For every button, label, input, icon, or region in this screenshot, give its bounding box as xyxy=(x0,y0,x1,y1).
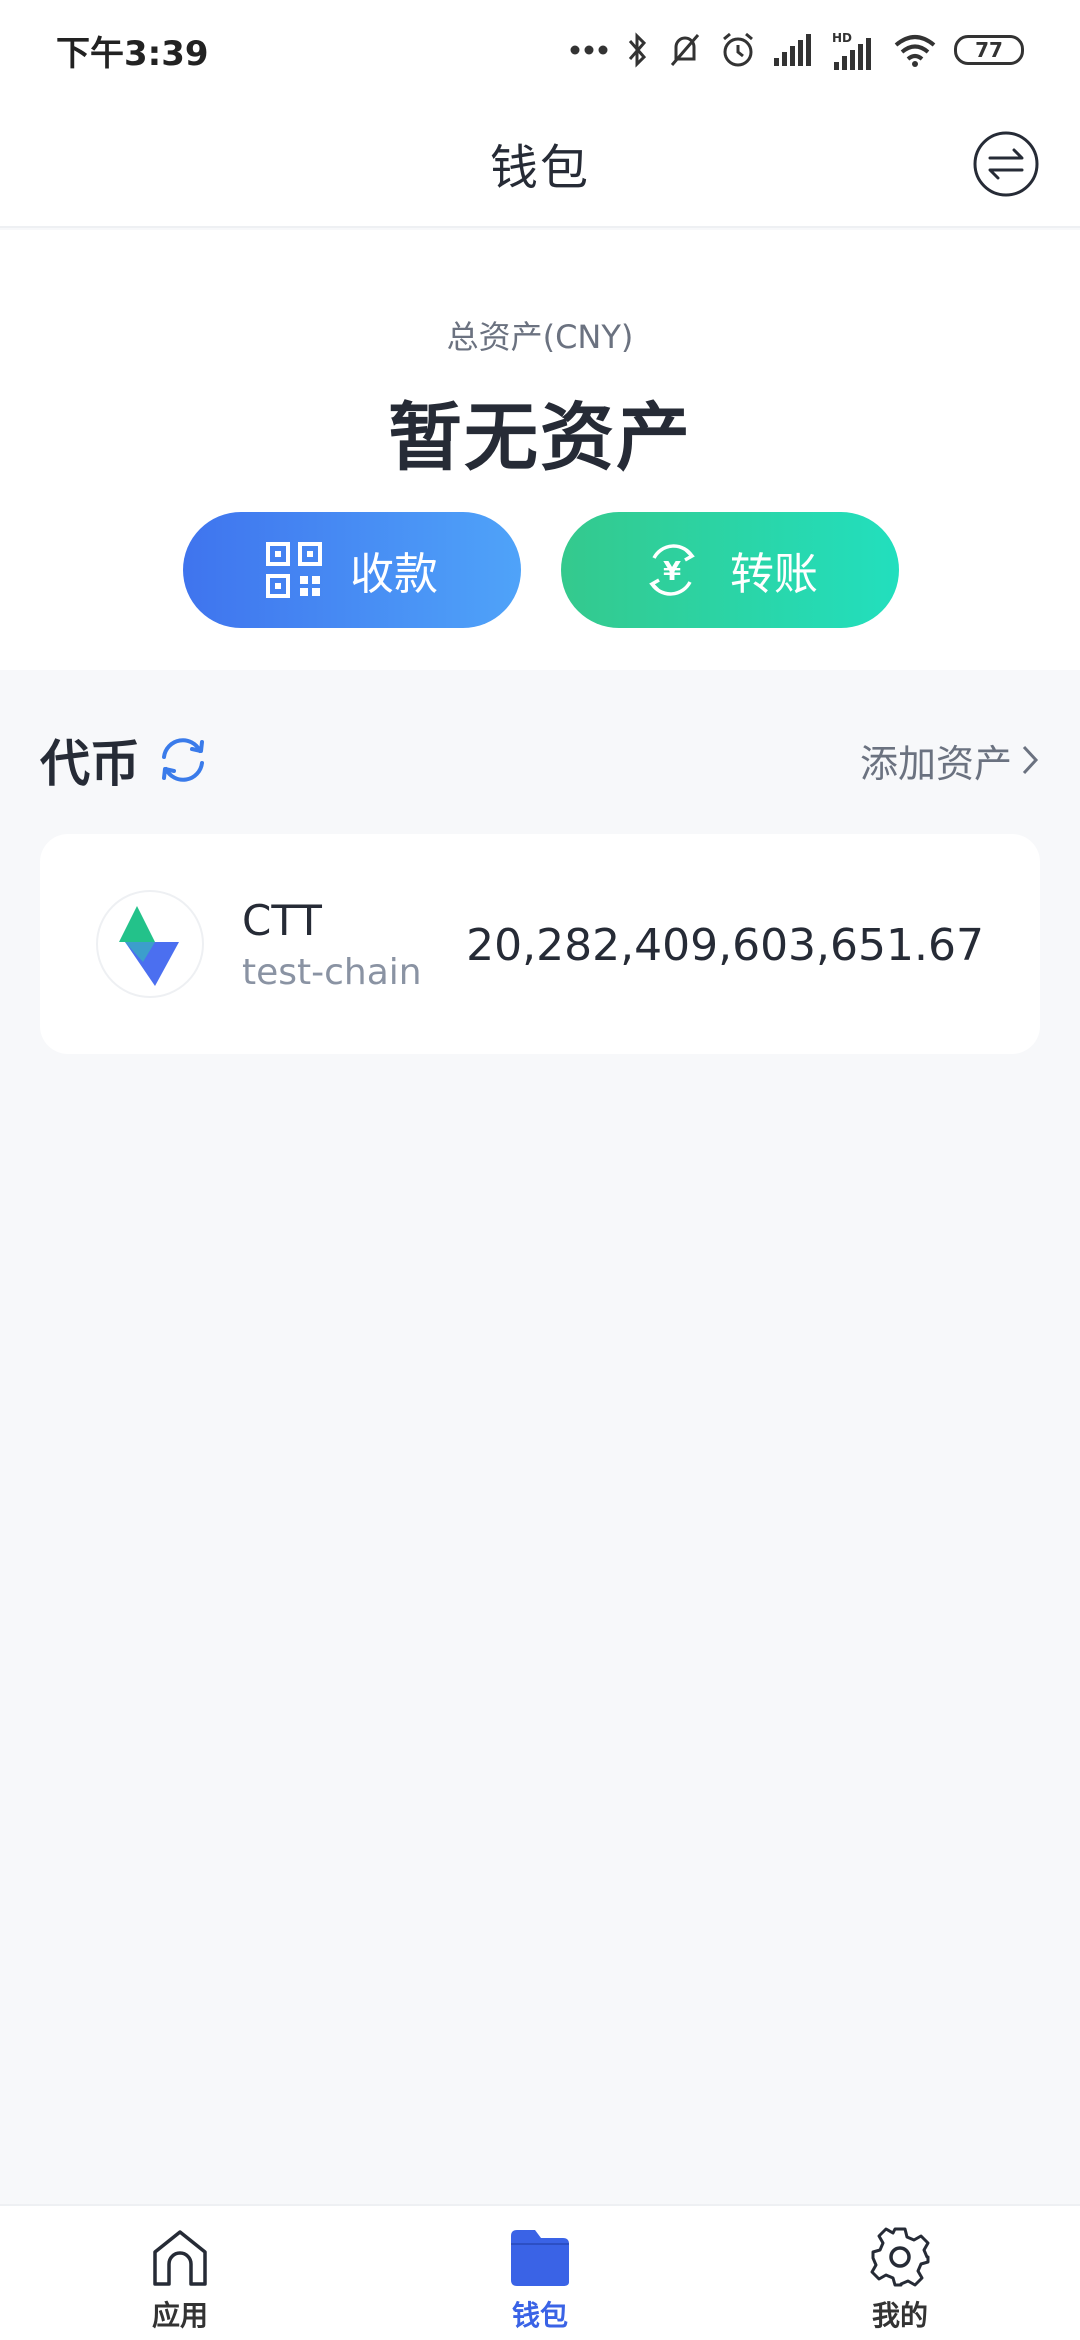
nav-label-wallet: 钱包 xyxy=(511,2299,568,2332)
transfer-yuan-icon: ¥ xyxy=(649,544,695,596)
bluetooth-icon xyxy=(628,32,647,68)
home-icon xyxy=(153,2230,207,2286)
add-asset-link[interactable]: 添加资产 xyxy=(860,733,1040,788)
token-logo xyxy=(96,890,204,998)
app-header: 钱包 xyxy=(0,100,1080,228)
transfer-button[interactable]: ¥ 转账 xyxy=(561,512,899,628)
status-time: 下午3:39 xyxy=(56,33,209,74)
token-chain: test-chain xyxy=(242,952,422,993)
nav-item-mine[interactable]: 我的 xyxy=(720,2206,1080,2340)
transfer-label: 转账 xyxy=(730,549,818,600)
status-bar: 下午3:39 HD 77 xyxy=(0,0,1080,100)
battery-icon: 77 xyxy=(954,35,1024,65)
token-section-header: 代币 添加资产 xyxy=(40,720,1040,800)
token-amount: 20,282,409,603,651.67 xyxy=(466,920,984,971)
battery-level: 77 xyxy=(975,38,1003,62)
total-asset-label: 总资产(CNY) xyxy=(446,318,634,356)
svg-text:HD: HD xyxy=(832,31,852,45)
nav-label-mine: 我的 xyxy=(871,2299,928,2332)
switch-wallet-icon[interactable] xyxy=(972,130,1040,198)
refresh-icon[interactable] xyxy=(156,733,210,787)
more-dots-icon xyxy=(570,45,608,55)
alarm-icon xyxy=(723,32,753,67)
nav-item-wallet[interactable]: 钱包 xyxy=(360,2206,720,2340)
qr-code-icon xyxy=(266,542,322,598)
status-icons: HD 77 xyxy=(570,30,1024,70)
bottom-nav: 应用 钱包 我的 xyxy=(0,2204,1080,2340)
signal-hd-icon: HD xyxy=(832,31,871,70)
nav-item-apps[interactable]: 应用 xyxy=(0,2206,360,2340)
signal-icon xyxy=(774,34,811,66)
total-asset-value: 暂无资产 xyxy=(388,395,692,481)
gear-icon xyxy=(870,2227,930,2287)
token-section-title: 代币 xyxy=(40,735,140,793)
receive-button[interactable]: 收款 xyxy=(183,512,521,628)
token-card[interactable]: CTT test-chain 20,282,409,603,651.67 xyxy=(40,834,1040,1054)
wallet-icon xyxy=(511,2230,569,2286)
page-title: 钱包 xyxy=(489,140,590,196)
asset-summary: 总资产(CNY) 暂无资产 收款 ¥ 转账 xyxy=(0,230,1080,670)
add-asset-label: 添加资产 xyxy=(859,741,1012,786)
chevron-right-icon xyxy=(1022,745,1039,775)
ctt-logo-icon xyxy=(119,906,179,986)
bell-muted-icon xyxy=(670,34,700,66)
nav-label-apps: 应用 xyxy=(151,2299,208,2332)
receive-label: 收款 xyxy=(350,549,438,600)
token-symbol: CTT xyxy=(242,896,322,945)
wifi-icon xyxy=(894,35,936,67)
svg-text:¥: ¥ xyxy=(663,557,681,587)
